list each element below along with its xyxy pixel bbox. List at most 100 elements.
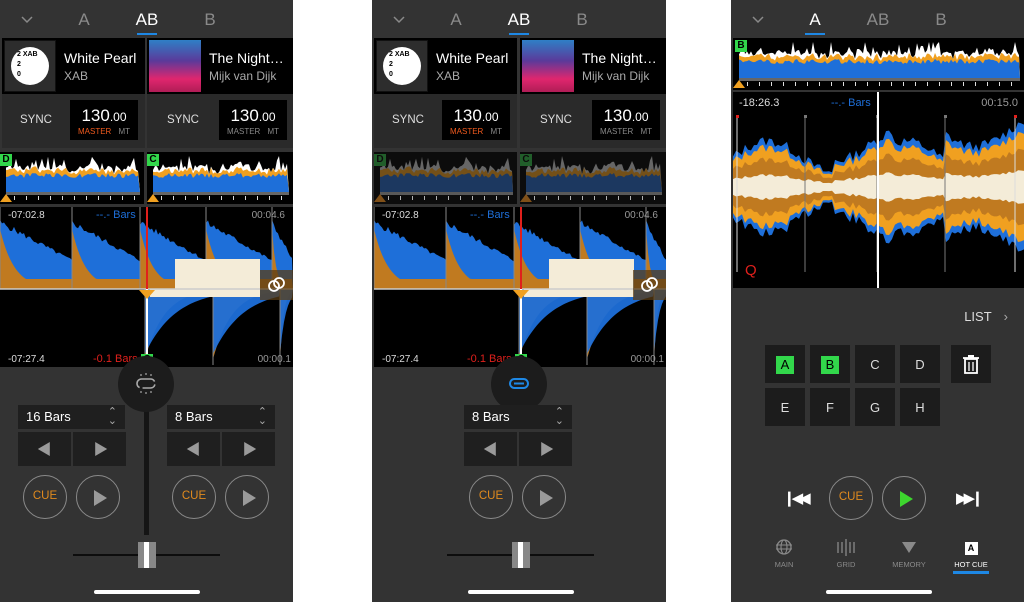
master-tempo-indicator[interactable]: MT bbox=[118, 127, 130, 136]
play-button-a[interactable] bbox=[76, 475, 120, 519]
sync-button[interactable]: SYNC bbox=[167, 114, 199, 126]
overview-waveform[interactable]: B bbox=[733, 38, 1024, 90]
bpm-value: 130 bbox=[81, 106, 110, 125]
tab-b[interactable]: B bbox=[921, 10, 961, 30]
overview-tick bbox=[771, 82, 772, 86]
loop-length-select-a[interactable]: 16 Bars ⌃ ⌄ bbox=[18, 405, 125, 429]
crossfader-knob[interactable] bbox=[512, 542, 530, 568]
beat-jump-forward-button-a[interactable] bbox=[73, 432, 126, 466]
tab-ab[interactable]: AB bbox=[858, 10, 898, 30]
overview-tick bbox=[963, 82, 964, 86]
cue-button-a[interactable]: CUE bbox=[23, 475, 67, 519]
waveform-top-highs bbox=[549, 259, 634, 289]
hot-cue-pad-g[interactable]: G bbox=[855, 388, 895, 426]
play-button[interactable] bbox=[882, 476, 926, 520]
delete-hot-cue-button[interactable] bbox=[951, 345, 991, 383]
right-triangle-icon bbox=[540, 442, 553, 456]
overview-waveform-a[interactable]: D bbox=[0, 152, 144, 204]
tab-b[interactable]: B bbox=[190, 10, 230, 30]
master-tempo-indicator[interactable]: MT bbox=[490, 127, 502, 136]
master-indicator[interactable]: MASTER bbox=[78, 127, 111, 136]
tab-a[interactable]: A bbox=[436, 10, 476, 30]
remaining-time-a: -07:02.8 bbox=[382, 210, 419, 221]
list-link[interactable]: LIST › bbox=[964, 309, 1008, 324]
loop-length-select[interactable]: 8 Bars ⌃ ⌄ bbox=[464, 405, 572, 429]
master-indicator[interactable]: MASTER bbox=[450, 127, 483, 136]
master-tempo-indicator[interactable]: MT bbox=[267, 127, 279, 136]
overview-tick bbox=[1011, 82, 1012, 86]
home-indicator[interactable] bbox=[94, 590, 200, 594]
cue-button[interactable]: CUE bbox=[829, 476, 873, 520]
bpm-display[interactable]: 130.00 MASTER MT bbox=[592, 100, 660, 140]
master-indicator[interactable]: MASTER bbox=[600, 127, 633, 136]
track-info[interactable]: The Night… Mijk van Dijk bbox=[147, 38, 293, 94]
album-art: 2 XAB 2 0 bbox=[4, 40, 56, 92]
album-art bbox=[149, 40, 201, 92]
beat-jump-back-button[interactable] bbox=[464, 432, 517, 466]
chevron-down-icon[interactable] bbox=[751, 12, 765, 26]
next-track-button[interactable]: ▶▶❙ bbox=[956, 489, 984, 507]
play-button[interactable] bbox=[522, 475, 566, 519]
hot-cue-pad-b[interactable]: B bbox=[810, 345, 850, 383]
dual-waveform[interactable]: -07:02.8 --.- Bars 00:04.6 -07:27.4 -0.1… bbox=[374, 207, 666, 367]
gridline-marker bbox=[944, 115, 947, 118]
sync-button[interactable]: SYNC bbox=[20, 114, 52, 126]
overview-waveform-b[interactable]: C bbox=[520, 152, 666, 204]
tab-a[interactable]: A bbox=[64, 10, 104, 30]
bottom-nav-grid[interactable]: GRID bbox=[816, 538, 876, 569]
unlink-icon bbox=[136, 373, 156, 394]
hot-cue-pad-f[interactable]: F bbox=[810, 388, 850, 426]
hot-cue-pad-d[interactable]: D bbox=[900, 345, 940, 383]
overview-tick bbox=[903, 82, 904, 86]
tab-a[interactable]: A bbox=[795, 10, 835, 35]
cue-label: CUE bbox=[32, 490, 58, 502]
hot-cue-pad-h[interactable]: H bbox=[900, 388, 940, 426]
master-indicator[interactable]: MASTER bbox=[227, 127, 260, 136]
home-indicator[interactable] bbox=[826, 590, 932, 594]
tab-ab[interactable]: AB bbox=[127, 10, 167, 35]
overview-tick bbox=[915, 82, 916, 86]
track-info[interactable]: The Night… Mijk van Dijk bbox=[520, 38, 666, 94]
track-info[interactable]: 2 XAB 2 0 White Pearl XAB bbox=[2, 38, 145, 94]
phase-sync-button[interactable] bbox=[633, 270, 666, 300]
track-info[interactable]: 2 XAB 2 0 White Pearl XAB bbox=[374, 38, 517, 94]
home-indicator[interactable] bbox=[468, 590, 574, 594]
previous-track-button[interactable]: ❙◀◀ bbox=[783, 489, 811, 507]
main-waveform[interactable]: -18:26.3 --.- Bars 00:15.0 Q bbox=[733, 92, 1024, 288]
chevron-down-icon[interactable] bbox=[392, 12, 406, 26]
beat-jump-back-button-b[interactable] bbox=[167, 432, 220, 466]
album-art bbox=[522, 40, 574, 92]
sync-button[interactable]: SYNC bbox=[392, 114, 424, 126]
bottom-nav-hot-cue[interactable]: A HOT CUE bbox=[941, 538, 1001, 574]
tab-b[interactable]: B bbox=[562, 10, 602, 30]
play-button-b[interactable] bbox=[225, 475, 269, 519]
bottom-nav-main[interactable]: MAIN bbox=[754, 538, 814, 569]
beat-jump-forward-button[interactable] bbox=[519, 432, 572, 466]
cue-button[interactable]: CUE bbox=[469, 475, 513, 519]
beat-jump-forward-button-b[interactable] bbox=[222, 432, 275, 466]
bottom-nav-memory[interactable]: MEMORY bbox=[879, 538, 939, 569]
beat-sync-link-button[interactable] bbox=[491, 356, 547, 412]
bpm-display[interactable]: 130.00 MASTER MT bbox=[70, 100, 138, 140]
chevron-down-icon[interactable] bbox=[20, 12, 34, 26]
quantize-indicator[interactable]: Q bbox=[745, 262, 757, 279]
hot-cue-pad-e[interactable]: E bbox=[765, 388, 805, 426]
bpm-display[interactable]: 130.00 MASTER MT bbox=[442, 100, 510, 140]
beat-sync-link-button[interactable] bbox=[118, 356, 174, 412]
overview-cue-marker: D bbox=[0, 154, 12, 166]
hot-cue-pad-c[interactable]: C bbox=[855, 345, 895, 383]
hot-cue-pad-a[interactable]: A bbox=[765, 345, 805, 383]
crossfader-knob[interactable] bbox=[138, 542, 156, 568]
loop-length-value: 8 Bars bbox=[472, 409, 510, 424]
dual-waveform[interactable]: -07:02.8 --.- Bars 00:04.6 -07:27.4 -0.1… bbox=[0, 207, 293, 367]
tab-ab[interactable]: AB bbox=[499, 10, 539, 35]
overview-waveform-a[interactable]: D bbox=[374, 152, 517, 204]
loop-length-select-b[interactable]: 8 Bars ⌃ ⌄ bbox=[167, 405, 275, 429]
overview-waveform-b[interactable]: C bbox=[147, 152, 293, 204]
cue-button-b[interactable]: CUE bbox=[172, 475, 216, 519]
master-tempo-indicator[interactable]: MT bbox=[640, 127, 652, 136]
beat-jump-back-button-a[interactable] bbox=[18, 432, 71, 466]
sync-button[interactable]: SYNC bbox=[540, 114, 572, 126]
bpm-display[interactable]: 130.00 MASTER MT bbox=[219, 100, 287, 140]
phase-sync-button[interactable] bbox=[260, 270, 293, 300]
